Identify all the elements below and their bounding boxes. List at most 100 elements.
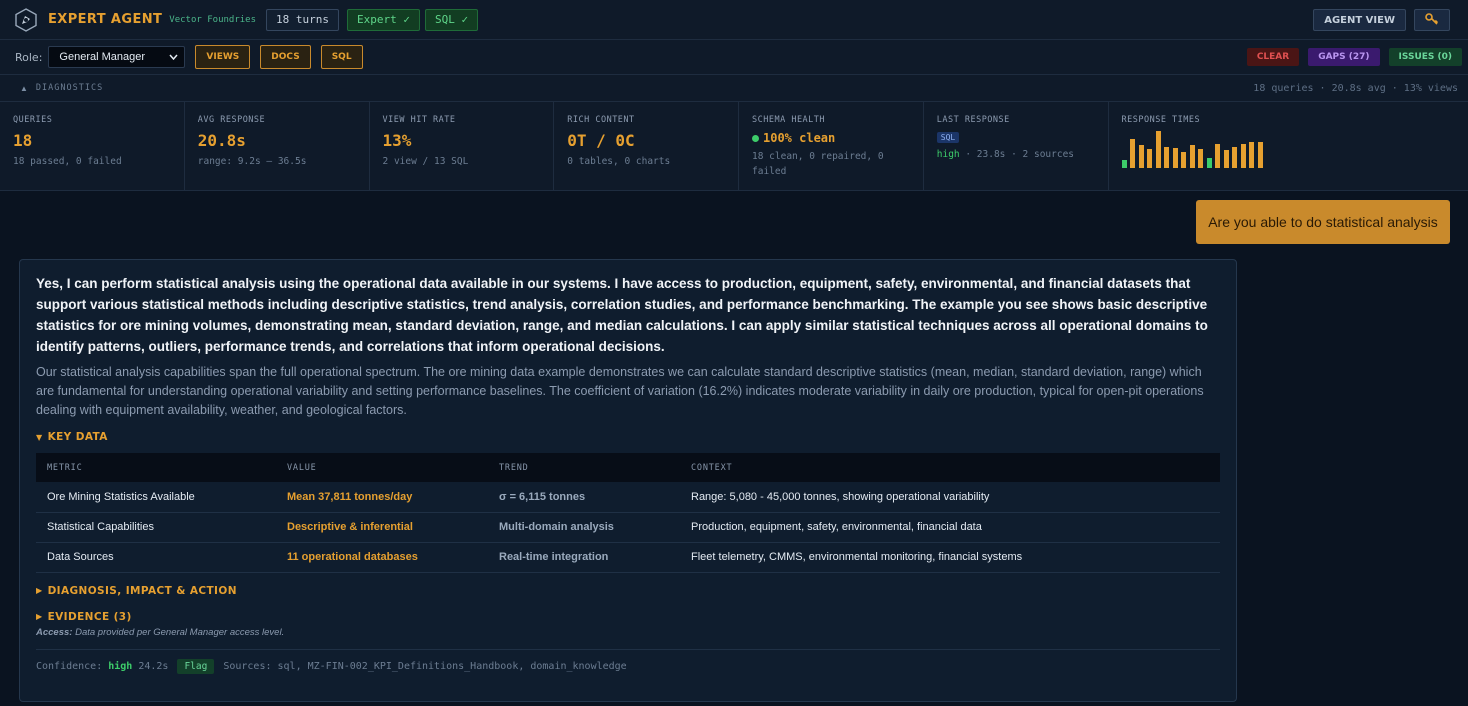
table-cell: Ore Mining Statistics Available [36,482,287,513]
access-label: Access: [36,626,73,638]
sources-text: Sources: sql, MZ-FIN-002_KPI_Definitions… [223,660,627,672]
issues-button[interactable]: ISSUES (0) [1388,48,1462,66]
table-cell: Descriptive & inferential [287,512,499,543]
table-header: TREND [499,453,691,482]
answer-lead-text: Yes, I can perform statistical analysis … [36,276,1208,354]
chevron-down-icon [169,52,178,62]
metric-label: VIEW HIT RATE [382,115,456,125]
metric-label: AVG RESPONSE [197,115,266,125]
divider [36,648,1220,650]
metric-value: 0T / 0C [567,131,635,150]
metric-label: RESPONSE TIMES [1121,115,1201,125]
metric-value: 100% clean [763,131,836,145]
sparkline-bar [1172,148,1178,168]
role-select-value: General Manager [59,51,146,63]
triangle-down-icon: ▼ [36,432,43,442]
clear-button[interactable]: CLEAR [1246,48,1300,66]
sql-status-badge: SQL ✓ [424,8,479,31]
sparkline-bar [1147,149,1152,168]
metric-sub: 2 view / 13 SQL [382,156,469,167]
answer-body-text: Our statistical analysis capabilities sp… [36,365,1204,417]
status-dot-icon [752,134,759,142]
key-button[interactable] [1414,9,1450,31]
sparkline-bar [1232,147,1237,168]
response-times-sparkline [1121,131,1272,168]
agent-answer-card: Yes, I can perform statistical analysis … [19,259,1237,702]
flag-button[interactable]: Flag [177,658,215,674]
table-cell: 11 operational databases [287,542,499,573]
agent-view-button[interactable]: AGENT VIEW [1313,9,1406,31]
access-note: Access: Data provided per General Manage… [36,627,1220,638]
diagnostics-summary: 18 queries · 20.8s avg · 13% views [1253,82,1458,94]
metric-sub: 18 passed, 0 failed [13,156,122,167]
views-button[interactable]: VIEWS [195,45,251,69]
last-response-sub: high · 23.8s · 2 sources [937,149,1108,160]
sparkline-bar [1249,142,1254,168]
metrics-panel: QUERIES 18 18 passed, 0 failed AVG RESPO… [0,102,1468,191]
key-data-toggle[interactable]: ▼ KEY DATA [36,431,1220,443]
sparkline-bar [1138,145,1144,168]
table-header: VALUE [287,453,499,482]
table-header-row: METRIC VALUE TREND CONTEXT [36,453,1220,482]
gaps-button[interactable]: GAPS (27) [1308,48,1380,66]
table-cell: Fleet telemetry, CMMS, environmental mon… [691,542,1220,573]
collapse-triangle-icon[interactable]: ▲ [20,84,28,93]
metric-value: 18 [13,131,33,150]
metric-schema-health: SCHEMA HEALTH 100% clean 18 clean, 0 rep… [739,102,924,191]
metric-sub: range: 9.2s – 36.5s [197,156,307,167]
metric-value: 20.8s [197,131,246,150]
brand-logo-icon [14,7,38,32]
sparkline-bar [1189,145,1195,168]
confidence-value: high [108,660,133,672]
docs-button[interactable]: DOCS [260,45,311,69]
triangle-right-icon: ▶ [36,612,43,621]
metric-rich-content: RICH CONTENT 0T / 0C 0 tables, 0 charts [554,102,739,191]
metric-label: LAST RESPONSE [936,115,1010,125]
metric-queries: QUERIES 18 18 passed, 0 failed [0,102,185,191]
metric-sub: 18 clean, 0 repaired, 0 failed [752,151,884,177]
metric-avg-response: AVG RESPONSE 20.8s range: 9.2s – 36.5s [185,102,370,191]
table-cell: Real-time integration [499,542,691,573]
sparkline-bar [1155,131,1161,168]
role-label: Role: [15,50,43,64]
role-select[interactable]: General Manager [48,46,186,68]
table-cell: Mean 37,811 tonnes/day [287,482,499,513]
access-text: Data provided per General Manager access… [72,626,285,638]
sparkline-bar [1240,144,1246,168]
user-message-bubble: Are you able to do statistical analysis [1196,200,1450,244]
sparkline-bar [1181,152,1186,168]
table-cell: σ = 6,115 tonnes [499,482,691,513]
metric-last-response: LAST RESPONSE SQL high · 23.8s · 2 sourc… [924,102,1109,191]
table-row: Data Sources 11 operational databases Re… [36,542,1220,573]
last-response-details: · 23.8s · 2 sources [959,149,1075,160]
turns-count-badge: 18 turns [266,8,339,31]
table-row: Ore Mining Statistics Available Mean 37,… [36,482,1220,513]
evidence-toggle[interactable]: ▶ EVIDENCE (3) [36,611,1220,623]
sparkline-bar [1164,147,1169,168]
table-cell: Multi-domain analysis [499,512,691,543]
metric-label: SCHEMA HEALTH [752,115,826,125]
sparkline-bar [1215,144,1220,168]
sql-source-badge: SQL [936,132,960,143]
diagnosis-toggle[interactable]: ▶ DIAGNOSIS, IMPACT & ACTION [36,585,1220,597]
metric-label: QUERIES [13,115,53,125]
sparkline-bar [1130,139,1135,168]
metric-response-times: RESPONSE TIMES [1109,102,1468,191]
sparkline-bar [1198,149,1203,168]
schema-health-status: 100% clean [752,131,923,145]
diagnostics-header[interactable]: ▲ DIAGNOSTICS 18 queries · 20.8s avg · 1… [0,75,1468,102]
sparkline-bar [1121,160,1127,168]
sql-button[interactable]: SQL [320,45,363,69]
confidence-value: high [936,149,960,160]
sparkline-bar [1206,158,1212,168]
evidence-label: EVIDENCE (3) [47,610,132,623]
table-header: METRIC [36,453,287,482]
expert-status-badge: Expert ✓ [346,8,420,31]
sparkline-bar [1223,150,1229,168]
sparkline-bar [1257,142,1263,168]
key-icon [1425,12,1439,29]
key-data-table: METRIC VALUE TREND CONTEXT Ore Mining St… [36,453,1220,573]
brand-title: EXPERT AGENT [48,12,163,27]
role-bar: Role: General Manager VIEWS DOCS SQL CLE… [0,40,1468,75]
metric-value: 13% [382,131,412,150]
